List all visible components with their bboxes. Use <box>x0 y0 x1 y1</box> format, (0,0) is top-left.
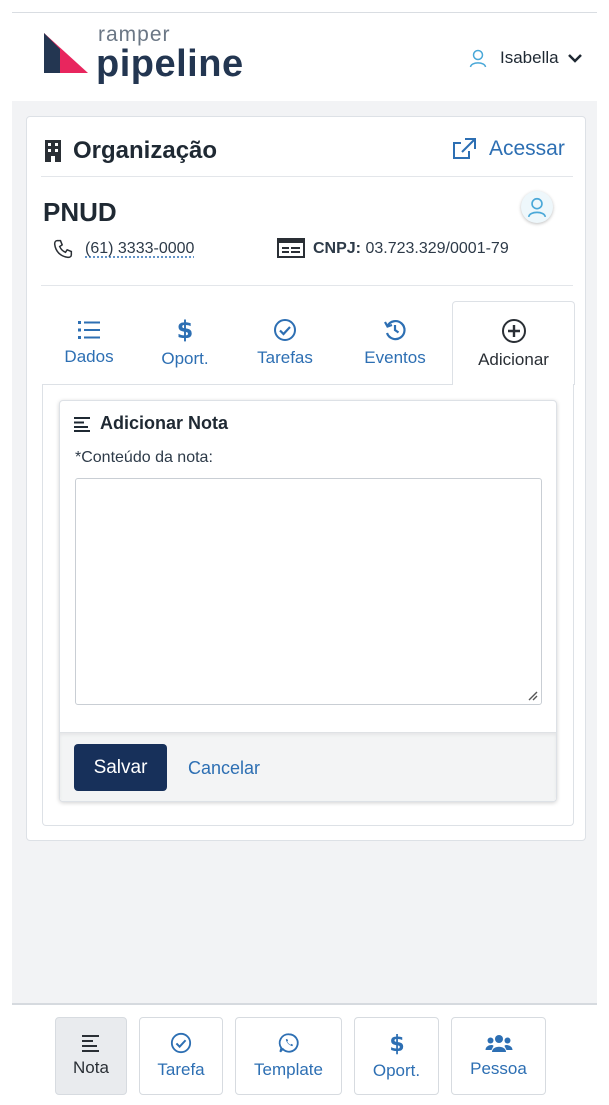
app-header: ramper pipeline Isabella <box>12 13 597 101</box>
user-icon <box>527 197 547 218</box>
tab-adicionar[interactable]: Adicionar <box>452 301 575 385</box>
access-label: Acessar <box>489 137 565 160</box>
check-circle-icon <box>274 319 296 341</box>
owner-avatar[interactable] <box>521 191 553 223</box>
ramper-logo-icon <box>44 33 88 73</box>
cnpj-value: 03.723.329/0001-79 <box>365 240 509 257</box>
organization-name: PNUD <box>43 197 117 227</box>
add-note-form: Adicionar Nota *Conteúdo da nota: Salvar… <box>59 400 557 802</box>
tab-dados[interactable]: Dados <box>41 301 137 385</box>
check-circle-icon <box>170 1032 192 1054</box>
divider <box>41 176 573 177</box>
align-left-icon <box>74 416 90 432</box>
history-icon <box>384 320 406 341</box>
bottom-template-button[interactable]: Template <box>235 1017 342 1095</box>
bottom-action-bar: Nota Tarefa Template $ Oport. Pessoa <box>12 1003 597 1105</box>
phone-icon <box>53 239 73 259</box>
external-link-icon <box>453 138 476 159</box>
organization-tabs: Dados $ Oport. Tarefas Eventos Adicionar <box>41 301 575 385</box>
list-icon <box>78 321 100 339</box>
tab-oportunidades[interactable]: $ Oport. <box>137 301 233 385</box>
bottom-button-label: Template <box>254 1060 323 1079</box>
note-form-title: Adicionar Nota <box>74 413 228 434</box>
cancel-button[interactable]: Cancelar <box>188 758 260 779</box>
bottom-nota-button[interactable]: Nota <box>55 1017 127 1095</box>
tab-label: Tarefas <box>257 348 313 367</box>
brand-name-main: pipeline <box>96 43 244 85</box>
bottom-button-label: Oport. <box>372 1061 421 1080</box>
whatsapp-icon <box>278 1033 299 1053</box>
note-content-label: *Conteúdo da nota: <box>75 449 213 466</box>
save-button[interactable]: Salvar <box>74 744 167 791</box>
divider <box>41 285 573 286</box>
section-title: Organização <box>73 137 218 164</box>
id-card-icon <box>277 238 305 258</box>
chevron-down-icon <box>567 54 582 63</box>
note-form-title-text: Adicionar Nota <box>100 413 229 433</box>
tab-label: Adicionar <box>478 349 549 369</box>
plus-circle-icon <box>501 318 526 343</box>
tab-eventos[interactable]: Eventos <box>337 301 453 385</box>
tab-label: Oport. <box>161 349 209 368</box>
note-content-textarea[interactable] <box>75 478 542 705</box>
resize-grip-icon[interactable] <box>526 689 538 701</box>
tab-panel-border <box>42 384 453 385</box>
bottom-button-label: Pessoa <box>470 1059 527 1078</box>
tab-label: Eventos <box>364 348 426 367</box>
access-link[interactable]: Acessar <box>451 137 565 161</box>
users-icon <box>485 1035 512 1052</box>
user-menu[interactable]: Isabella <box>468 43 583 73</box>
dollar-icon: $ <box>389 1032 404 1055</box>
tab-label: Dados <box>64 347 114 366</box>
bottom-pessoa-button[interactable]: Pessoa <box>451 1017 546 1095</box>
user-name: Isabella <box>500 48 559 67</box>
cnpj-label: CNPJ: <box>313 240 362 257</box>
bottom-tarefa-button[interactable]: Tarefa <box>139 1017 223 1095</box>
tab-tarefas[interactable]: Tarefas <box>233 301 337 385</box>
note-form-footer: Salvar Cancelar <box>60 732 556 801</box>
cnpj-info: CNPJ: 03.723.329/0001-79 <box>313 240 509 258</box>
bottom-button-label: Tarefa <box>157 1060 205 1079</box>
user-icon <box>469 49 487 68</box>
svg-text:$: $ <box>389 1032 404 1055</box>
dollar-icon: $ <box>177 317 193 343</box>
svg-text:$: $ <box>177 317 193 343</box>
align-left-icon <box>82 1035 99 1052</box>
building-icon <box>45 140 61 162</box>
bottom-oportunidade-button[interactable]: $ Oport. <box>354 1017 439 1095</box>
phone-number[interactable]: (61) 3333-0000 <box>85 240 194 258</box>
bottom-button-label: Nota <box>73 1058 109 1077</box>
